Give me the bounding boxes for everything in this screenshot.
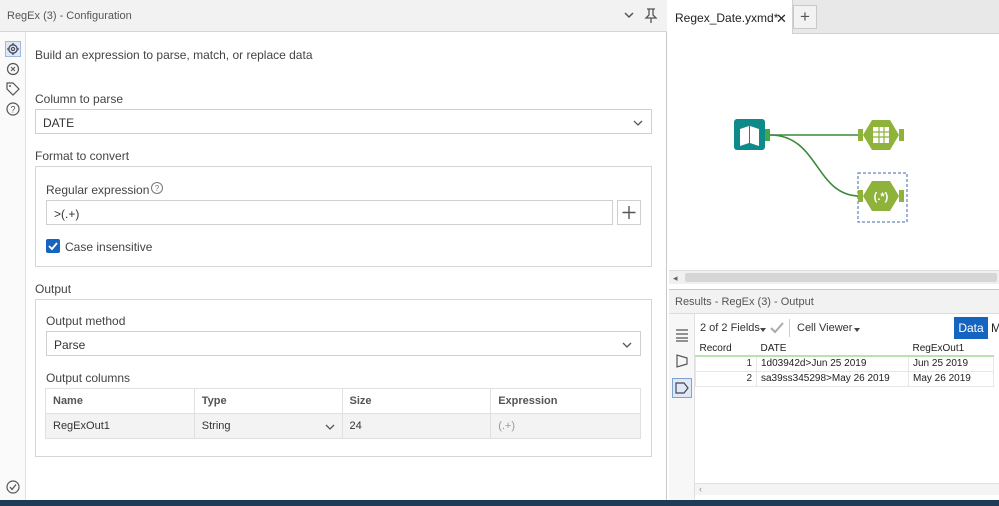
caret-down-icon[interactable] [759,323,767,337]
workflow-canvas[interactable]: Regex_Date.yxmd* ✕ + (.*) ◂ [669,0,999,284]
pin-icon[interactable] [642,6,660,24]
collapse-chevron-icon[interactable] [620,6,638,24]
config-header: RegEx (3) - Configuration [0,0,667,32]
configuration-panel: RegEx (3) - Configuration ? Build an exp… [0,0,667,500]
tool-description: Build an expression to parse, match, or … [35,48,313,62]
record-cell[interactable]: 1 [695,355,757,372]
connector-input-regex [769,134,861,197]
case-insensitive-label: Case insensitive [65,240,153,254]
tab-regex-date[interactable]: Regex_Date.yxmd* ✕ [669,0,793,34]
results-header: Results - RegEx (3) - Output [669,290,999,314]
config-title: RegEx (3) - Configuration [7,10,132,22]
results-header-regexout1[interactable]: RegExOut1 [908,342,994,357]
format-to-convert-label: Format to convert [35,149,130,163]
record-cell[interactable]: 2 [695,370,757,387]
scroll-left-arrow-icon[interactable]: ◂ [673,273,678,284]
fields-selector[interactable]: 2 of 2 Fields [700,322,760,334]
regex-tool-label: (.*) [874,191,889,203]
table-row[interactable]: 1 1d03942d>Jun 25 2019 Jun 25 2019 [695,355,994,372]
column-header-expression: Expression [490,388,641,414]
column-header-type: Type [193,388,343,414]
output-columns-header-row: Name Type Size Expression [45,388,641,414]
results-title: Results - RegEx (3) - Output [675,296,814,308]
date-cell[interactable]: sa39ss345298>May 26 2019 [756,370,909,387]
annotation-icon[interactable] [5,61,21,77]
results-table: Record DATE RegExOut1 1 1d03942d>Jun 25 … [695,342,994,387]
message-icon[interactable] [675,354,689,371]
scrollbar-thumb[interactable] [685,273,997,282]
svg-text:?: ? [10,105,15,115]
data-tab-button[interactable]: Data [954,317,988,339]
browse-tool-icon[interactable] [858,120,904,150]
output-columns-table: Name Type Size Expression RegExOut1 Stri… [45,388,641,439]
column-to-parse-label: Column to parse [35,92,124,106]
settings-gear-icon[interactable] [5,41,21,57]
table-row[interactable]: RegExOut1 String 24 (.+) [45,413,641,439]
output-anchor-icon[interactable] [672,378,692,398]
results-header-record[interactable]: Record [695,342,757,357]
results-panel: Results - RegEx (3) - Output 2 of 2 Fiel… [669,289,999,501]
output-name-cell[interactable]: RegExOut1 [45,413,195,439]
input-data-tool-icon[interactable] [734,119,770,150]
help-icon[interactable]: ? [5,101,21,117]
toolbar-divider [789,319,790,337]
regular-expression-label: Regular expression [46,183,150,197]
output-size-cell[interactable]: 24 [341,413,492,439]
validate-check-icon[interactable] [5,479,21,495]
results-toolbar: 2 of 2 Fields Cell Viewer Data M [695,317,999,339]
config-sidebar: ? [0,32,26,500]
tab-bar: Regex_Date.yxmd* ✕ + [669,0,999,34]
date-cell[interactable]: 1d03942d>Jun 25 2019 [756,355,909,372]
regex-tool-icon[interactable]: (.*) [857,172,908,223]
tab-label: Regex_Date.yxmd* [675,11,779,25]
checkmark-icon[interactable] [769,320,785,339]
column-header-name: Name [45,388,195,414]
output-label: Output [35,282,72,296]
output-method-value: Parse [54,338,86,352]
chevron-down-icon [325,422,335,435]
results-sidebar [669,314,695,501]
canvas-horizontal-scrollbar[interactable]: ◂ [669,270,999,284]
cell-viewer-selector[interactable]: Cell Viewer [797,322,852,334]
svg-text:?: ? [155,184,160,193]
workflow-diagram: (.*) [734,119,908,223]
os-taskbar-strip [0,500,999,506]
scroll-left-arrow-icon[interactable]: ‹ [699,484,702,494]
caret-down-icon[interactable] [853,323,861,337]
regexout1-cell[interactable]: May 26 2019 [908,370,994,387]
insert-token-button[interactable] [617,200,641,225]
new-tab-button[interactable]: + [793,5,817,29]
regex-help-icon[interactable]: ? [150,181,164,195]
regex-input[interactable]: >(.+) [46,200,613,225]
column-header-size: Size [341,388,492,414]
chevron-down-icon [622,339,632,349]
results-header-row: Record DATE RegExOut1 [695,342,994,357]
results-header-date[interactable]: DATE [756,342,909,357]
output-method-label: Output method [46,314,126,328]
chevron-down-icon [633,117,643,127]
table-view-icon[interactable] [675,328,689,345]
table-row[interactable]: 2 sa39ss345298>May 26 2019 May 26 2019 [695,370,994,387]
tag-icon[interactable] [5,81,21,97]
column-to-parse-select[interactable]: DATE [35,109,652,134]
results-horizontal-scrollbar[interactable]: ‹ [695,483,999,495]
output-type-value: String [201,420,231,432]
output-method-select[interactable]: Parse [46,331,641,356]
output-type-cell[interactable]: String [193,413,343,439]
regex-value: >(.+) [54,207,80,221]
output-expression-cell: (.+) [490,413,641,439]
column-to-parse-value: DATE [43,116,75,130]
regexout1-cell[interactable]: Jun 25 2019 [908,355,994,372]
close-icon[interactable]: ✕ [776,11,787,27]
case-insensitive-checkbox[interactable] [46,239,60,253]
output-columns-label: Output columns [46,371,131,385]
metadata-tab-button[interactable]: M [988,317,999,339]
plus-icon [622,206,636,219]
